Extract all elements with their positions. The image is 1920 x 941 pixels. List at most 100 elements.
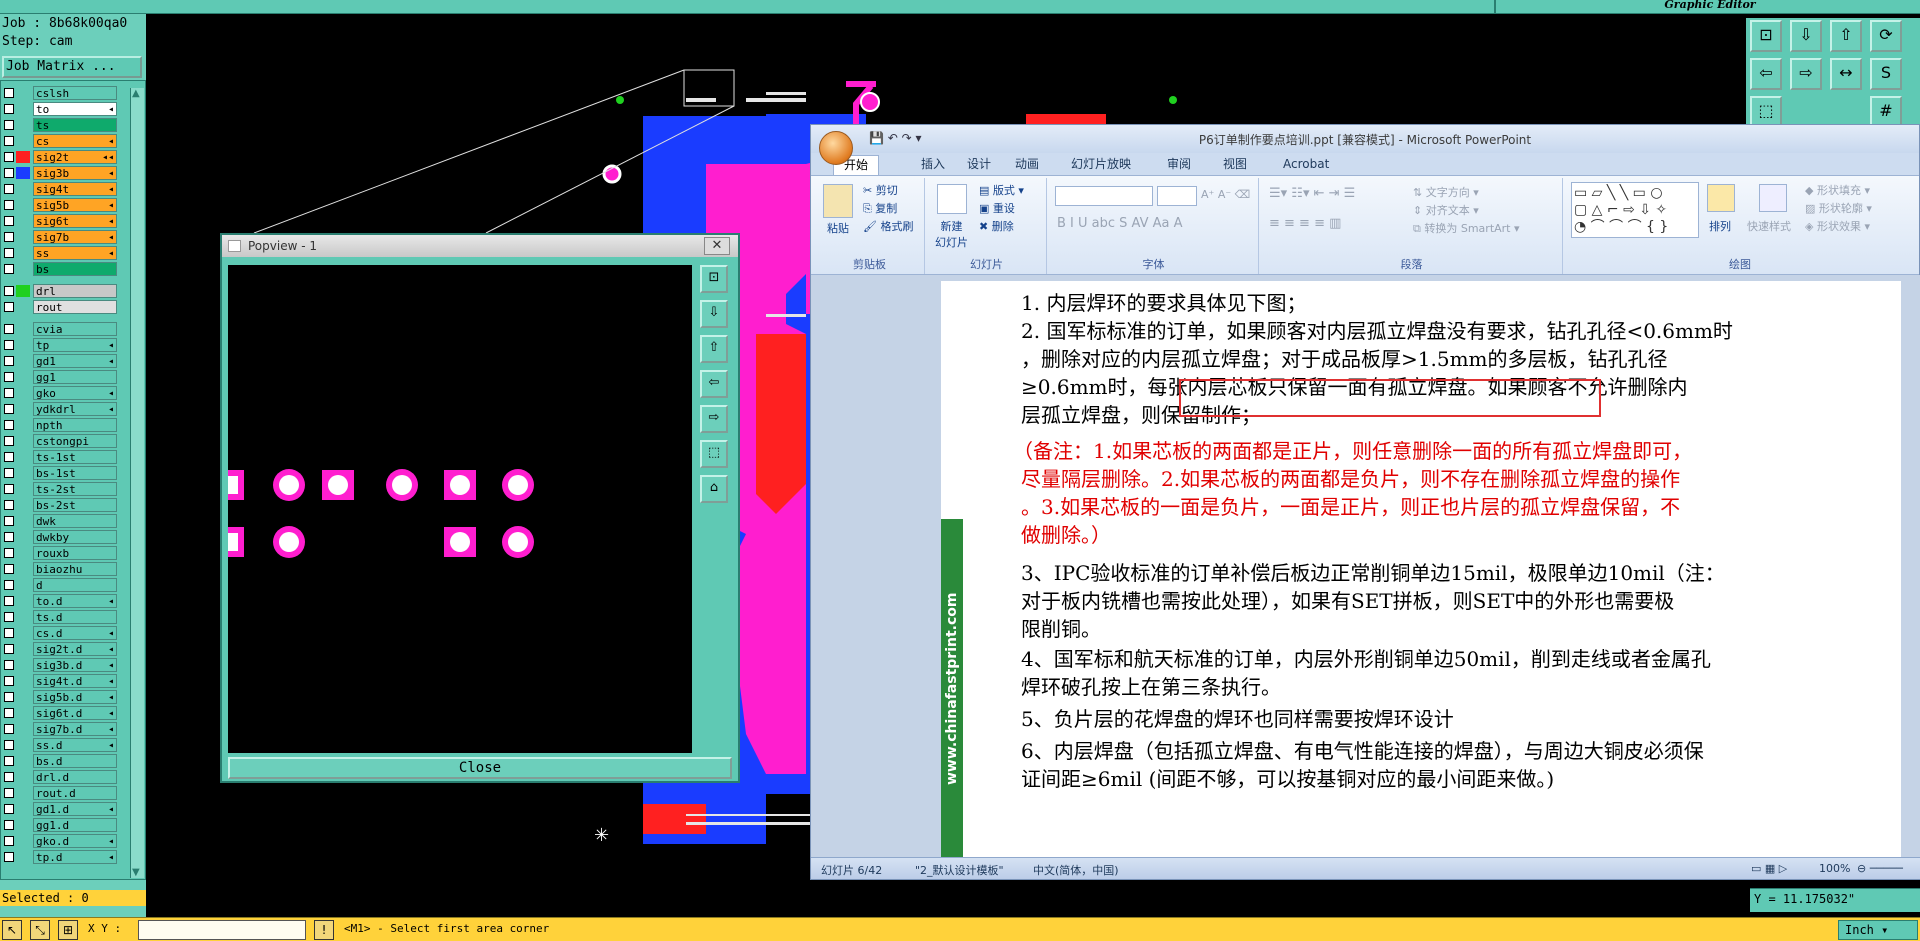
layer-row-rout-d[interactable]: rout.d <box>1 785 145 801</box>
tab-4[interactable]: 幻灯片放映 <box>1071 155 1131 173</box>
layer-checkbox[interactable] <box>4 104 14 114</box>
layer-row-ts-1st[interactable]: ts-1st <box>1 449 145 465</box>
layer-row-sig4t-d[interactable]: sig4t.d ◂ <box>1 673 145 689</box>
layer-name[interactable]: rout.d <box>33 786 117 800</box>
align-text-button[interactable]: ⇕ 对齐文本 ▾ <box>1413 202 1479 218</box>
layer-checkbox[interactable] <box>4 452 14 462</box>
ppt-titlebar[interactable]: 💾 ↶ ↷ ▾ P6订单制作要点培训.ppt [兼容模式] - Microsof… <box>811 125 1919 153</box>
layer-name[interactable]: sig5b ◂ <box>33 198 117 212</box>
layer-checkbox[interactable] <box>4 468 14 478</box>
shape-fill-button[interactable]: ◆ 形状填充 ▾ <box>1805 182 1870 198</box>
font-style-buttons[interactable]: B I U abc S AV Aa A <box>1057 216 1183 231</box>
layer-name[interactable]: gd1.d ◂ <box>33 802 117 816</box>
tab-6[interactable]: 视图 <box>1223 155 1247 173</box>
layer-checkbox[interactable] <box>4 564 14 574</box>
arrange-button[interactable]: 排列 <box>1709 218 1731 234</box>
layer-checkbox[interactable] <box>4 772 14 782</box>
xy-input[interactable] <box>138 920 306 940</box>
quick-styles-button[interactable]: 快速样式 <box>1747 218 1791 234</box>
layer-name[interactable]: tp ◂ <box>33 338 117 352</box>
layer-checkbox[interactable] <box>4 500 14 510</box>
quick-styles-icon[interactable] <box>1759 184 1787 212</box>
layer-checkbox[interactable] <box>4 580 14 590</box>
layer-list-scrollbar[interactable]: ▲ ▼ <box>130 88 144 878</box>
layer-row-drl-d[interactable]: drl.d <box>1 769 145 785</box>
layer-row-bs-d[interactable]: bs.d <box>1 753 145 769</box>
layer-row-drl[interactable]: drl <box>1 283 145 299</box>
layer-checkbox[interactable] <box>4 388 14 398</box>
view-buttons[interactable]: ▭ ▦ ▷ <box>1751 862 1787 875</box>
layer-row-gd1[interactable]: gd1 ◂ <box>1 353 145 369</box>
layer-checkbox[interactable] <box>4 216 14 226</box>
layer-name[interactable]: sig7b.d ◂ <box>33 722 117 736</box>
tab-5[interactable]: 审阅 <box>1167 155 1191 173</box>
snap-icon[interactable]: S <box>1870 58 1902 90</box>
layer-row-cvia[interactable]: cvia <box>1 321 145 337</box>
layer-name[interactable]: tp.d ◂ <box>33 850 117 864</box>
layer-name[interactable]: biaozhu <box>33 562 117 576</box>
tab-1[interactable]: 插入 <box>921 155 945 173</box>
layer-row-tp[interactable]: tp ◂ <box>1 337 145 353</box>
layer-row-ydkdrl[interactable]: ydkdrl ◂ <box>1 401 145 417</box>
layer-row-cs[interactable]: cs ◂ <box>1 133 145 149</box>
zoom-window-icon[interactable]: ⬚ <box>700 440 728 468</box>
layer-name[interactable]: dwk <box>33 514 117 528</box>
layer-row-sig3b[interactable]: sig3b ◂ <box>1 165 145 181</box>
layer-row-to-d[interactable]: to.d ◂ <box>1 593 145 609</box>
font-name-select[interactable] <box>1055 186 1153 206</box>
layer-row-ts-2st[interactable]: ts-2st <box>1 481 145 497</box>
layer-row-rouxb[interactable]: rouxb <box>1 545 145 561</box>
popview-close-button[interactable]: Close <box>228 757 732 779</box>
office-button[interactable] <box>819 131 853 165</box>
layer-checkbox[interactable] <box>4 660 14 670</box>
layer-row-sig3b-d[interactable]: sig3b.d ◂ <box>1 657 145 673</box>
layer-name[interactable]: sig2t.d ◂ <box>33 642 117 656</box>
layer-name[interactable]: d <box>33 578 117 592</box>
layer-checkbox[interactable] <box>4 804 14 814</box>
zoom-fit-icon[interactable]: ⊡ <box>700 265 728 293</box>
layer-checkbox[interactable] <box>4 852 14 862</box>
layer-name[interactable]: sig4t.d ◂ <box>33 674 117 688</box>
layer-row-sig7b-d[interactable]: sig7b.d ◂ <box>1 721 145 737</box>
layer-checkbox[interactable] <box>4 420 14 430</box>
layer-name[interactable]: sig2t ◂◂ <box>33 150 117 164</box>
unit-select[interactable]: Inch ▾ <box>1838 920 1918 940</box>
font-size-select[interactable] <box>1157 186 1197 206</box>
layer-row-sig2t-d[interactable]: sig2t.d ◂ <box>1 641 145 657</box>
layer-checkbox[interactable] <box>4 120 14 130</box>
shape-outline-button[interactable]: ▨ 形状轮廓 ▾ <box>1805 200 1872 216</box>
layer-checkbox[interactable] <box>4 836 14 846</box>
layer-name[interactable]: ss.d ◂ <box>33 738 117 752</box>
layer-name[interactable]: ts-2st <box>33 482 117 496</box>
layer-checkbox[interactable] <box>4 484 14 494</box>
info-icon[interactable]: ! <box>314 920 334 940</box>
layer-row-sig2t[interactable]: sig2t ◂◂ <box>1 149 145 165</box>
layer-name[interactable]: sig6t ◂ <box>33 214 117 228</box>
zoom-out-icon[interactable]: ⇧ <box>700 335 728 363</box>
zoom-out-icon[interactable]: ⇧ <box>1830 20 1862 52</box>
layer-checkbox[interactable] <box>4 286 14 296</box>
layer-name[interactable]: gko.d ◂ <box>33 834 117 848</box>
paste-icon[interactable] <box>823 184 853 218</box>
layer-name[interactable]: gg1.d <box>33 818 117 832</box>
layer-row-dwk[interactable]: dwk <box>1 513 145 529</box>
layer-row-ts-d[interactable]: ts.d <box>1 609 145 625</box>
layer-name[interactable]: rouxb <box>33 546 117 560</box>
layer-checkbox[interactable] <box>4 596 14 606</box>
layer-name[interactable]: ts.d <box>33 610 117 624</box>
layer-checkbox[interactable] <box>4 436 14 446</box>
layer-row-dwkby[interactable]: dwkby <box>1 529 145 545</box>
grid-mode-icon[interactable]: ⊞ <box>58 920 78 940</box>
layer-name[interactable]: dwkby <box>33 530 117 544</box>
layer-name[interactable]: sig5b.d ◂ <box>33 690 117 704</box>
new-slide-icon[interactable] <box>937 184 967 214</box>
layer-checkbox[interactable] <box>4 372 14 382</box>
shapes-gallery[interactable]: ▭ ▱ ╲ ╲ ▭ ○ ▢ △ ⌐ ⇨ ⇩ ✧ ◔ ⌒ ⌒ ⌒ { } <box>1571 182 1699 238</box>
zoom-fit-icon[interactable]: ⊡ <box>1750 20 1782 52</box>
layer-row-bs-1st[interactable]: bs-1st <box>1 465 145 481</box>
layer-row-gg1[interactable]: gg1 <box>1 369 145 385</box>
layer-name[interactable]: cvia <box>33 322 117 336</box>
layer-row-gko[interactable]: gko ◂ <box>1 385 145 401</box>
layer-row-gg1-d[interactable]: gg1.d <box>1 817 145 833</box>
layer-name[interactable]: cslsh <box>33 86 117 100</box>
